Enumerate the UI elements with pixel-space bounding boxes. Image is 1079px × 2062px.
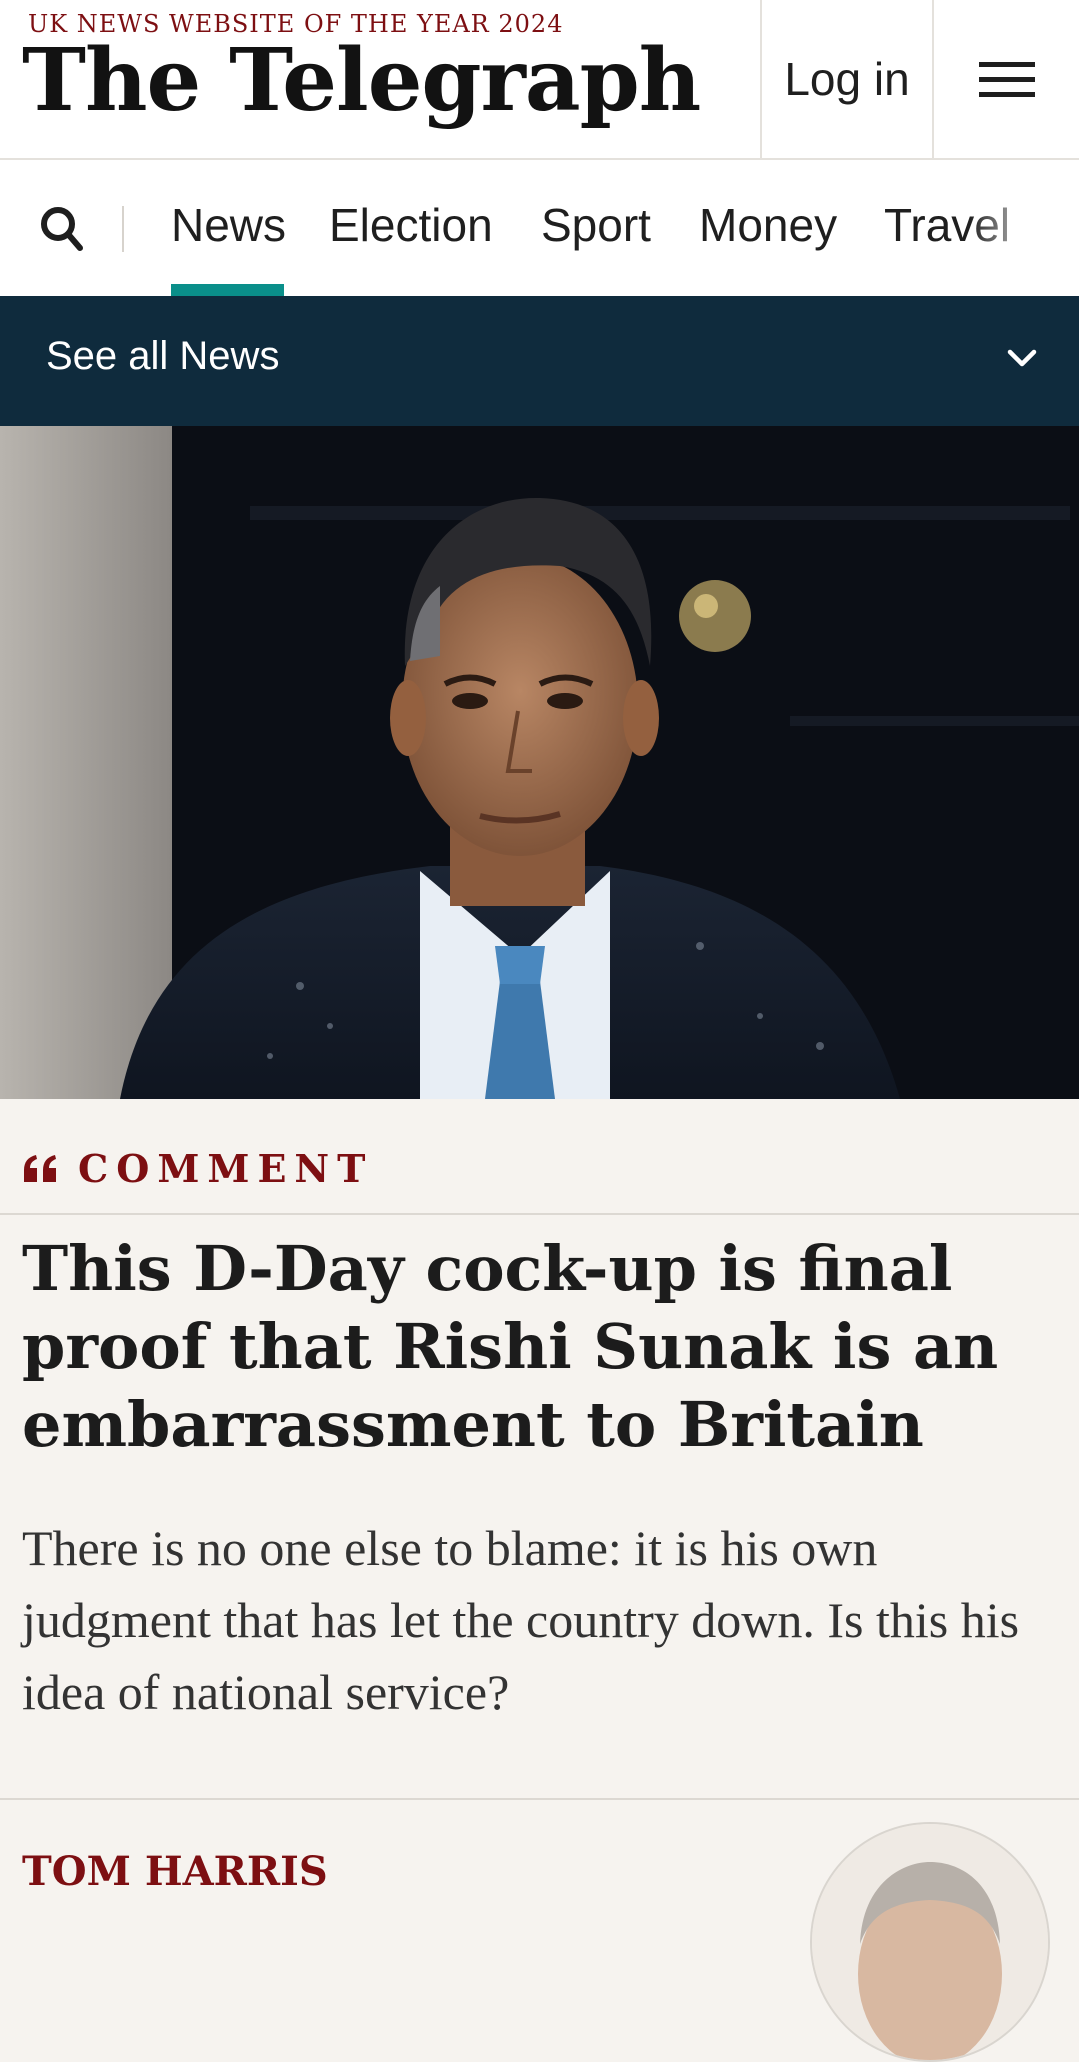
divider (0, 1798, 1079, 1800)
chevron-down-icon (1007, 349, 1037, 367)
section-nav: News Election Sport Money Travel (0, 160, 1079, 296)
site-header: UK NEWS WEBSITE OF THE YEAR 2024 The Tel… (0, 0, 1079, 160)
quote-icon (24, 1154, 56, 1182)
author-avatar[interactable] (810, 1822, 1050, 2062)
see-all-news-label: See all News (46, 334, 280, 378)
divider (0, 1213, 1079, 1215)
article-standfirst: There is no one else to blame: it is his… (22, 1520, 1020, 1720)
active-tab-indicator (171, 284, 284, 296)
article-kicker[interactable]: COMMENT (22, 1146, 373, 1191)
author-byline[interactable]: TOM HARRIS (22, 1848, 328, 1895)
telegraph-logo[interactable]: The Telegraph (22, 38, 701, 124)
login-button[interactable]: Log in (762, 0, 932, 158)
nav-item-election[interactable]: Election (329, 198, 493, 252)
nav-item-news[interactable]: News (171, 198, 286, 252)
search-icon (41, 207, 83, 251)
nav-item-money[interactable]: Money (699, 198, 837, 252)
nav-item-sport[interactable]: Sport (541, 198, 651, 252)
hero-photo (0, 426, 1079, 1099)
search-button[interactable] (34, 200, 90, 256)
article-headline: This D-Day cock-up is final proof that R… (22, 1232, 999, 1461)
nav-item-travel[interactable]: Travel (884, 198, 1010, 252)
see-all-news-bar[interactable]: See all News (0, 296, 1079, 426)
hamburger-menu-icon (978, 52, 1035, 107)
nav-separator (122, 206, 124, 252)
author-photo (812, 1824, 1048, 2060)
article-hero-image[interactable] (0, 426, 1079, 1099)
menu-button[interactable] (934, 0, 1079, 158)
kicker-label: COMMENT (78, 1146, 374, 1191)
